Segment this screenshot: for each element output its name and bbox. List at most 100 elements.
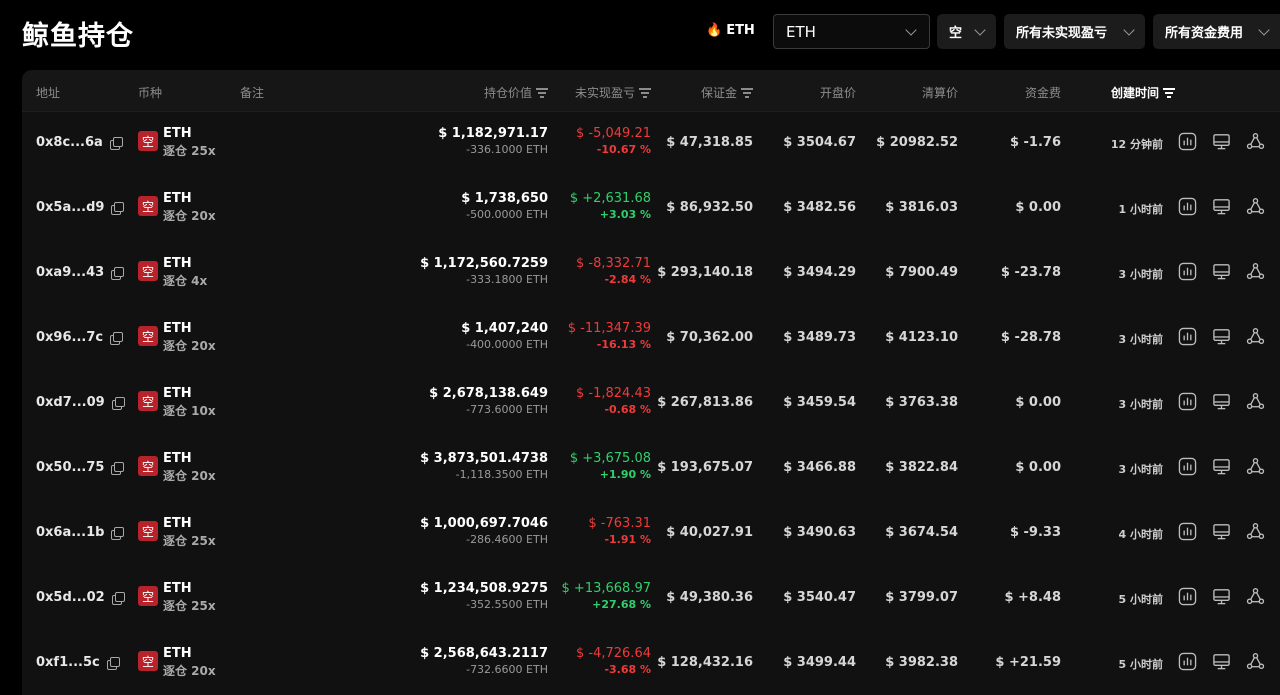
pnl-value: $ +2,631.68: [569, 191, 651, 206]
funding-filter-label: 所有资金费用: [1165, 26, 1244, 41]
position-value-cell: $ 3,873,501.4738 -1,118.3500 ETH: [420, 451, 548, 481]
share-icon[interactable]: [1246, 522, 1265, 541]
col-position-value[interactable]: 持仓价值: [484, 84, 548, 101]
table-row[interactable]: 0x96...7c 空 ETH 逐仓 20x $ 1,407,240 -400.…: [22, 307, 1280, 372]
funding-value: $ -23.78: [1000, 265, 1061, 280]
address-cell[interactable]: 0x6a...1b: [36, 525, 125, 540]
address-cell[interactable]: 0xa9...43: [36, 265, 125, 280]
chart-icon[interactable]: [1178, 392, 1197, 411]
row-actions: [1178, 457, 1265, 476]
address-text: 0xd7...09: [36, 395, 105, 410]
table-row[interactable]: 0x8c...6a 空 ETH 逐仓 25x $ 1,182,971.17 -3…: [22, 112, 1280, 177]
table-row[interactable]: 0x50...75 空 ETH 逐仓 20x $ 3,873,501.4738 …: [22, 437, 1280, 502]
chart-icon[interactable]: [1178, 197, 1197, 216]
col-margin[interactable]: 保证金: [701, 84, 753, 101]
col-unrealized-pnl-label: 未实现盈亏: [574, 86, 635, 100]
table-row[interactable]: 0x5a...d9 空 ETH 逐仓 20x $ 1,738,650 -500.…: [22, 177, 1280, 242]
side-badge: 空: [138, 196, 158, 216]
table-row[interactable]: 0x5d...02 空 ETH 逐仓 25x $ 1,234,508.9275 …: [22, 567, 1280, 632]
share-icon[interactable]: [1246, 262, 1265, 281]
funding-filter[interactable]: 所有资金费用: [1153, 14, 1280, 49]
address-cell[interactable]: 0x5d...02: [36, 590, 125, 605]
copy-icon[interactable]: [111, 591, 125, 605]
chart-icon[interactable]: [1178, 522, 1197, 541]
side-badge: 空: [138, 456, 158, 476]
share-icon[interactable]: [1246, 327, 1265, 346]
position-size: -1,118.3500 ETH: [455, 468, 548, 481]
side-badge: 空: [138, 586, 158, 606]
pnl-filter[interactable]: 所有未实现盈亏: [1004, 14, 1145, 49]
address-cell[interactable]: 0x5a...d9: [36, 200, 125, 215]
coin-select[interactable]: ETH: [773, 14, 930, 49]
coin-symbol: ETH: [163, 256, 192, 271]
address-cell[interactable]: 0xf1...5c: [36, 655, 120, 670]
pnl-cell: $ -5,049.21 -10.67 %: [576, 126, 651, 156]
pnl-cell: $ +13,668.97 +27.68 %: [562, 581, 651, 611]
pnl-filter-label: 所有未实现盈亏: [1016, 26, 1108, 41]
monitor-icon[interactable]: [1212, 587, 1231, 606]
monitor-icon[interactable]: [1212, 457, 1231, 476]
table-row[interactable]: 0xf1...5c 空 ETH 逐仓 20x $ 2,568,643.2117 …: [22, 632, 1280, 695]
pnl-value: $ -5,049.21: [576, 126, 651, 141]
pnl-cell: $ -763.31 -1.91 %: [588, 516, 651, 546]
table-row[interactable]: 0xa9...43 空 ETH 逐仓 4x $ 1,172,560.7259 -…: [22, 242, 1280, 307]
chart-icon[interactable]: [1178, 652, 1197, 671]
liq-price-value: $ 3674.54: [885, 525, 958, 540]
chart-icon[interactable]: [1178, 132, 1197, 151]
copy-icon[interactable]: [110, 331, 124, 345]
monitor-icon[interactable]: [1212, 197, 1231, 216]
share-icon[interactable]: [1246, 392, 1265, 411]
table-row[interactable]: 0xd7...09 空 ETH 逐仓 10x $ 2,678,138.649 -…: [22, 372, 1280, 437]
monitor-icon[interactable]: [1212, 392, 1231, 411]
created-time: 1 小时前: [1118, 203, 1163, 216]
copy-icon[interactable]: [111, 201, 125, 215]
address-text: 0x96...7c: [36, 330, 104, 345]
address-cell[interactable]: 0xd7...09: [36, 395, 125, 410]
address-cell[interactable]: 0x8c...6a: [36, 135, 123, 150]
share-icon[interactable]: [1246, 132, 1265, 151]
share-icon[interactable]: [1246, 197, 1265, 216]
position-size: -286.4600 ETH: [466, 533, 548, 546]
chart-icon[interactable]: [1178, 457, 1197, 476]
share-icon[interactable]: [1246, 457, 1265, 476]
funding-value: $ +21.59: [995, 655, 1061, 670]
copy-icon[interactable]: [106, 656, 120, 670]
copy-icon[interactable]: [111, 266, 125, 280]
chart-icon[interactable]: [1178, 327, 1197, 346]
address-cell[interactable]: 0x50...75: [36, 460, 125, 475]
monitor-icon[interactable]: [1212, 522, 1231, 541]
copy-icon[interactable]: [111, 396, 125, 410]
share-icon[interactable]: [1246, 652, 1265, 671]
address-text: 0x5a...d9: [36, 200, 105, 215]
leverage-label: 逐仓 20x: [163, 339, 216, 353]
chart-icon[interactable]: [1178, 262, 1197, 281]
direction-filter[interactable]: 空: [937, 14, 996, 49]
table-row[interactable]: 0x6a...1b 空 ETH 逐仓 25x $ 1,000,697.7046 …: [22, 502, 1280, 567]
address-text: 0x50...75: [36, 460, 105, 475]
monitor-icon[interactable]: [1212, 132, 1231, 151]
chart-icon[interactable]: [1178, 587, 1197, 606]
monitor-icon[interactable]: [1212, 327, 1231, 346]
created-time: 3 小时前: [1118, 463, 1163, 476]
monitor-icon[interactable]: [1212, 652, 1231, 671]
copy-icon[interactable]: [109, 136, 123, 150]
copy-icon[interactable]: [111, 461, 125, 475]
pnl-value: $ -8,332.71: [576, 256, 651, 271]
col-coin: 币种: [138, 86, 163, 100]
col-unrealized-pnl[interactable]: 未实现盈亏: [575, 84, 651, 101]
side-badge: 空: [138, 261, 158, 281]
side-badge: 空: [138, 651, 158, 671]
coin-symbol: ETH: [163, 321, 192, 336]
hot-coin-tag[interactable]: 🔥 ETH: [706, 23, 755, 38]
created-time: 3 小时前: [1118, 333, 1163, 346]
monitor-icon[interactable]: [1212, 262, 1231, 281]
address-cell[interactable]: 0x96...7c: [36, 330, 124, 345]
share-icon[interactable]: [1246, 587, 1265, 606]
direction-filter-label: 空: [949, 26, 963, 41]
liq-price-value: $ 20982.52: [876, 135, 958, 150]
chevron-down-icon: [974, 23, 986, 36]
col-created[interactable]: 创建时间: [1111, 84, 1175, 101]
copy-icon[interactable]: [111, 526, 125, 540]
leverage-label: 逐仓 25x: [163, 599, 216, 613]
liq-price-value: $ 4123.10: [885, 330, 958, 345]
